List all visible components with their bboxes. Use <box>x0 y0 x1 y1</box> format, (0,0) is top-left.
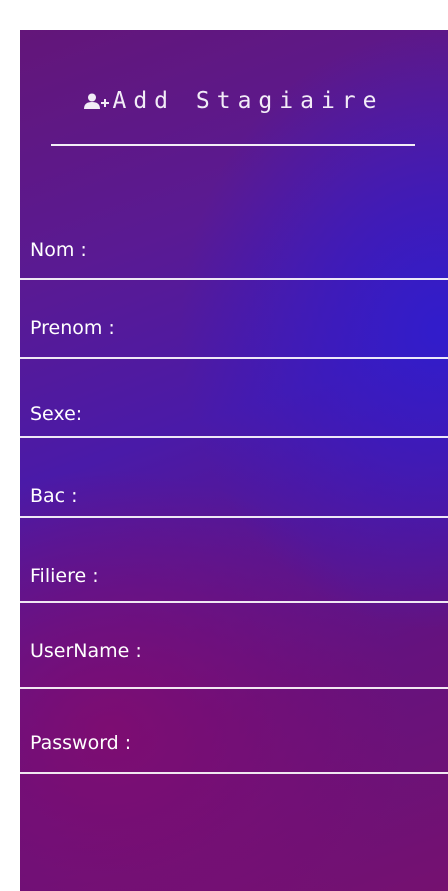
bac-label: Bac : <box>30 485 78 507</box>
add-stagiaire-form: Add Stagiaire Nom : Prenom : Sexe: Bac :… <box>20 30 448 891</box>
username-input-underline[interactable] <box>20 687 448 689</box>
filiere-input-underline[interactable] <box>20 601 448 603</box>
password-label: Password : <box>30 732 132 754</box>
nom-label: Nom : <box>30 239 87 261</box>
title-underline <box>51 144 415 146</box>
password-input-underline[interactable] <box>20 772 448 774</box>
bac-input-underline[interactable] <box>20 516 448 518</box>
filiere-label: Filiere : <box>30 565 99 587</box>
add-user-icon <box>84 89 110 115</box>
form-title-text: Add Stagiaire <box>112 88 384 114</box>
form-title: Add Stagiaire <box>20 88 448 115</box>
username-label: UserName : <box>30 640 142 662</box>
nom-input-underline[interactable] <box>20 278 448 280</box>
sexe-input-underline[interactable] <box>20 436 448 438</box>
prenom-label: Prenom : <box>30 317 115 339</box>
sexe-label: Sexe: <box>30 403 83 425</box>
prenom-input-underline[interactable] <box>20 357 448 359</box>
